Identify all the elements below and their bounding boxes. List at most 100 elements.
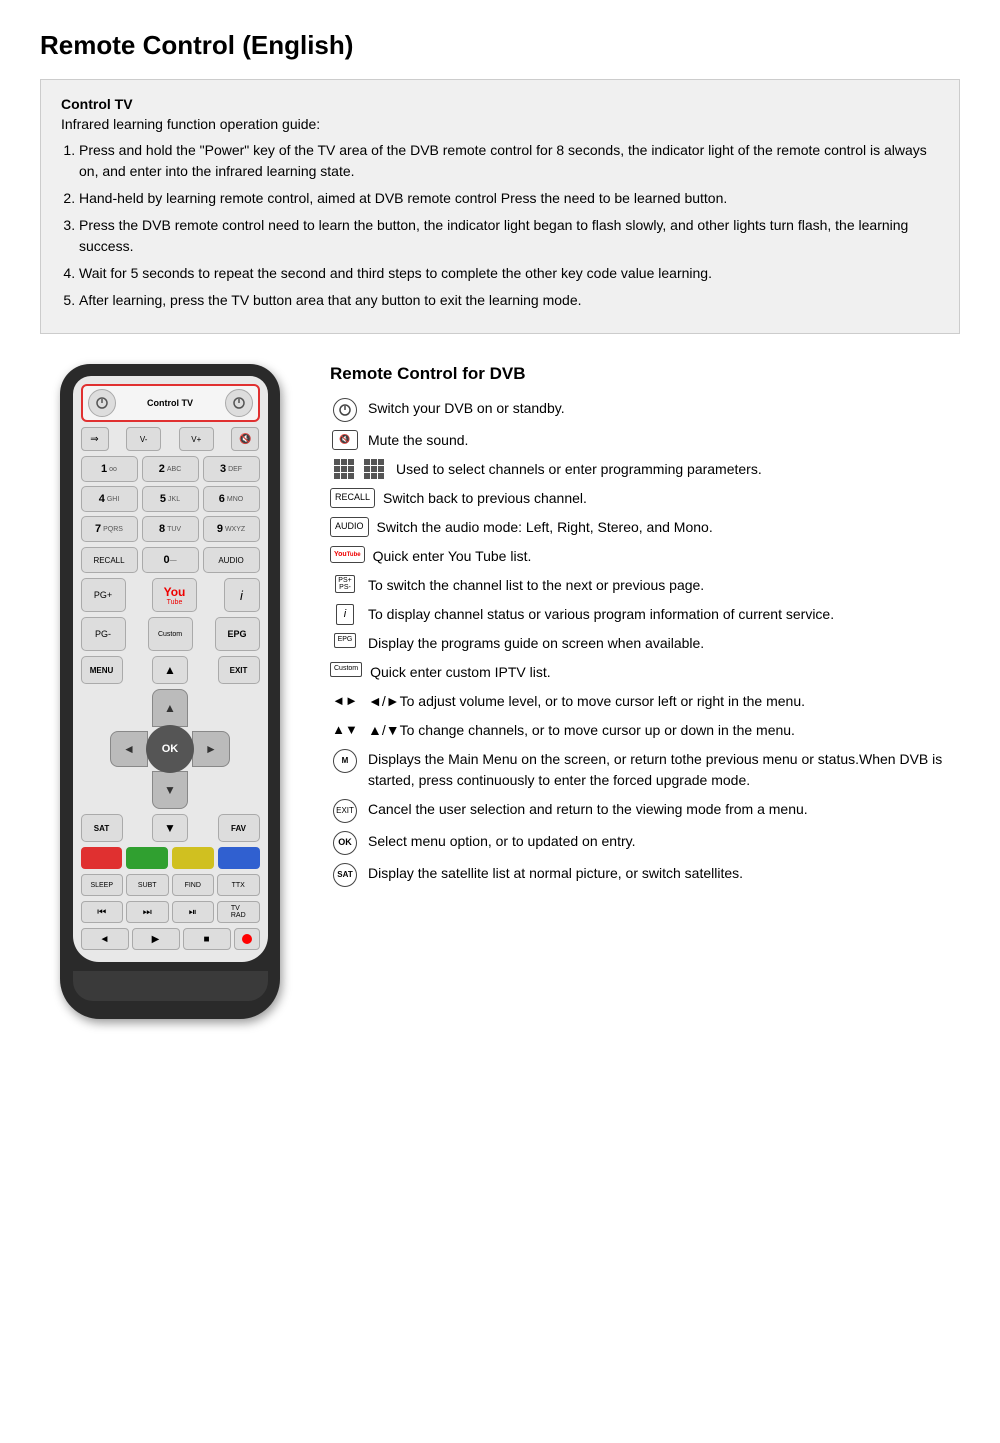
desc-lr-text: ◄/►To adjust volume level, or to move cu… — [368, 691, 960, 712]
step-1: Press and hold the "Power" key of the TV… — [79, 140, 939, 182]
down-button[interactable]: ▼ — [152, 814, 188, 842]
remote-wrapper: Control TV ⇒ V- V+ 🔇 1oo 2ABC 3DEF — [40, 364, 300, 1019]
find-button[interactable]: FIND — [172, 874, 215, 896]
remote-inner: Control TV ⇒ V- V+ 🔇 1oo 2ABC 3DEF — [73, 376, 268, 962]
remote-control: Control TV ⇒ V- V+ 🔇 1oo 2ABC 3DEF — [60, 364, 280, 1019]
info-button[interactable]: i — [224, 578, 260, 612]
ok-button[interactable]: OK — [146, 725, 194, 773]
tv-rad-button[interactable]: TVRAD — [217, 901, 260, 923]
stop-button[interactable]: ■ — [183, 928, 231, 950]
desc-menu: M Displays the Main Menu on the screen, … — [330, 749, 960, 791]
pg-plus-button[interactable]: PG+ — [81, 578, 126, 612]
exit-button[interactable]: EXIT — [218, 656, 260, 684]
number-grid: 1oo 2ABC 3DEF 4GHI 5JKL 6MNO 7PQRS 8TUV … — [81, 456, 260, 542]
num-8-button[interactable]: 8TUV — [142, 516, 199, 542]
volume-up-button[interactable]: V+ — [179, 427, 214, 451]
forward-button[interactable]: ⏭ — [126, 901, 169, 923]
power-right-button[interactable] — [225, 389, 253, 417]
mute-desc-icon: 🔇 — [330, 430, 360, 450]
recall-row: RECALL 0 — AUDIO — [81, 547, 260, 573]
nav-top-row: MENU ▲ EXIT — [81, 656, 260, 684]
control-tv-intro: Infrared learning function operation gui… — [61, 116, 939, 132]
num-2-button[interactable]: 2ABC — [142, 456, 199, 482]
info-desc-icon: i — [330, 604, 360, 625]
desc-ud-text: ▲/▼To change channels, or to move cursor… — [368, 720, 960, 741]
volume-down-button[interactable]: V- — [126, 427, 161, 451]
dpad-down-button[interactable]: ▼ — [152, 771, 188, 809]
power-left-button[interactable] — [88, 389, 116, 417]
desc-exit: EXIT Cancel the user selection and retur… — [330, 799, 960, 823]
control-tv-label: Control TV — [147, 398, 193, 408]
blue-button[interactable] — [218, 847, 260, 869]
pg-plus-row: PG+ You Tube i — [81, 578, 260, 612]
media-row-1: ⏮ ⏭ ⏯ TVRAD — [81, 901, 260, 923]
num-1-button[interactable]: 1oo — [81, 456, 138, 482]
rec-button[interactable] — [234, 928, 260, 950]
youtube-button[interactable]: You Tube — [152, 578, 197, 612]
desc-custom-text: Quick enter custom IPTV list. — [370, 662, 960, 683]
pg-minus-row: PG- Custom EPG — [81, 617, 260, 651]
num-0-button[interactable]: 0 — — [142, 547, 199, 573]
desc-power: Switch your DVB on or standby. — [330, 398, 960, 422]
desc-custom: Custom Quick enter custom IPTV list. — [330, 662, 960, 683]
subt-button[interactable]: SUBT — [126, 874, 169, 896]
num-4-button[interactable]: 4GHI — [81, 486, 138, 512]
dpad-right-button[interactable]: ► — [192, 731, 230, 767]
desc-ud: ▲▼ ▲/▼To change channels, or to move cur… — [330, 720, 960, 741]
desc-audio-text: Switch the audio mode: Left, Right, Ster… — [377, 517, 960, 538]
description-list: Switch your DVB on or standby. 🔇 Mute th… — [330, 398, 960, 887]
num-5-button[interactable]: 5JKL — [142, 486, 199, 512]
up-button[interactable]: ▲ — [152, 656, 188, 684]
dpad-up-button[interactable]: ▲ — [152, 689, 188, 727]
rewind-button[interactable]: ⏮ — [81, 901, 124, 923]
desc-menu-text: Displays the Main Menu on the screen, or… — [368, 749, 960, 791]
desc-ok-text: Select menu option, or to updated on ent… — [368, 831, 960, 852]
play-button[interactable]: ▶ — [132, 928, 180, 950]
desc-exit-text: Cancel the user selection and return to … — [368, 799, 960, 820]
play-pause-button[interactable]: ⏯ — [172, 901, 215, 923]
desc-epg: EPG Display the programs guide on screen… — [330, 633, 960, 654]
num-6-button[interactable]: 6MNO — [203, 486, 260, 512]
page-title: Remote Control (English) — [40, 30, 960, 61]
desc-audio: AUDIO Switch the audio mode: Left, Right… — [330, 517, 960, 538]
num-3-button[interactable]: 3DEF — [203, 456, 260, 482]
desc-mute-text: Mute the sound. — [368, 430, 960, 451]
control-tv-section: Control TV Infrared learning function op… — [40, 79, 960, 334]
num-7-button[interactable]: 7PQRS — [81, 516, 138, 542]
desc-pg: PS+ PS- To switch the channel list to th… — [330, 575, 960, 596]
menu-button[interactable]: MENU — [81, 656, 123, 684]
custom-desc-icon: Custom — [330, 662, 362, 677]
sat-desc-icon: SAT — [330, 863, 360, 887]
dpad: ▲ ▼ ◄ ► OK — [110, 689, 230, 809]
green-button[interactable] — [126, 847, 168, 869]
desc-sat-text: Display the satellite list at normal pic… — [368, 863, 960, 884]
dpad-left-button[interactable]: ◄ — [110, 731, 148, 767]
second-row: ⇒ V- V+ 🔇 — [81, 427, 260, 451]
remote-bottom — [73, 971, 268, 1001]
sleep-button[interactable]: SLEEP — [81, 874, 124, 896]
source-button[interactable]: ⇒ — [81, 427, 109, 451]
epg-desc-icon: EPG — [330, 633, 360, 648]
recall-button[interactable]: RECALL — [81, 547, 138, 573]
pg-minus-button[interactable]: PG- — [81, 617, 126, 651]
ttx-button[interactable]: TTX — [217, 874, 260, 896]
fav-button[interactable]: FAV — [218, 814, 260, 842]
audio-button[interactable]: AUDIO — [203, 547, 260, 573]
desc-power-text: Switch your DVB on or standby. — [368, 398, 960, 419]
mute-button[interactable]: 🔇 — [231, 427, 259, 451]
desc-recall-text: Switch back to previous channel. — [383, 488, 960, 509]
sat-button[interactable]: SAT — [81, 814, 123, 842]
num-9-button[interactable]: 9WXYZ — [203, 516, 260, 542]
media-row-2: ◄ ▶ ■ — [81, 928, 260, 950]
epg-button[interactable]: EPG — [215, 617, 260, 651]
ok-desc-icon: OK — [330, 831, 360, 855]
yellow-button[interactable] — [172, 847, 214, 869]
desc-mute: 🔇 Mute the sound. — [330, 430, 960, 451]
main-content: Control TV ⇒ V- V+ 🔇 1oo 2ABC 3DEF — [40, 364, 960, 1019]
red-button[interactable] — [81, 847, 123, 869]
sat-fav-row: SAT ▼ FAV — [81, 814, 260, 842]
vol-minus-button[interactable]: ◄ — [81, 928, 129, 950]
desc-sat: SAT Display the satellite list at normal… — [330, 863, 960, 887]
youtube-desc-icon: YouTube — [330, 546, 365, 563]
custom-button[interactable]: Custom — [148, 617, 193, 651]
